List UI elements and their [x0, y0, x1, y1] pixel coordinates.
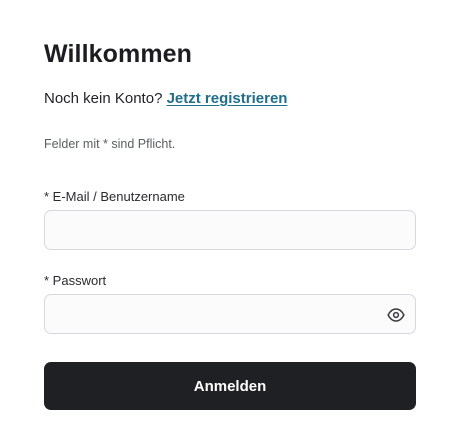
- required-fields-note: Felder mit * sind Pflicht.: [44, 137, 176, 151]
- email-field[interactable]: [45, 211, 415, 249]
- show-password-toggle[interactable]: [385, 304, 407, 326]
- signup-prompt: Noch kein Konto? Jetzt registrieren: [44, 90, 287, 107]
- eye-icon: [387, 308, 405, 322]
- signup-prompt-text: Noch kein Konto?: [44, 90, 167, 107]
- login-button[interactable]: Anmelden: [44, 362, 416, 410]
- email-field-wrapper: [44, 210, 416, 250]
- login-page: Willkommen Noch kein Konto? Jetzt regist…: [0, 0, 460, 423]
- password-field-wrapper: [44, 294, 416, 334]
- email-label: * E-Mail / Benutzername: [44, 189, 185, 204]
- password-field[interactable]: [45, 295, 415, 333]
- password-label: * Passwort: [44, 273, 107, 288]
- page-title: Willkommen: [44, 40, 193, 68]
- register-link[interactable]: Jetzt registrieren: [167, 90, 288, 107]
